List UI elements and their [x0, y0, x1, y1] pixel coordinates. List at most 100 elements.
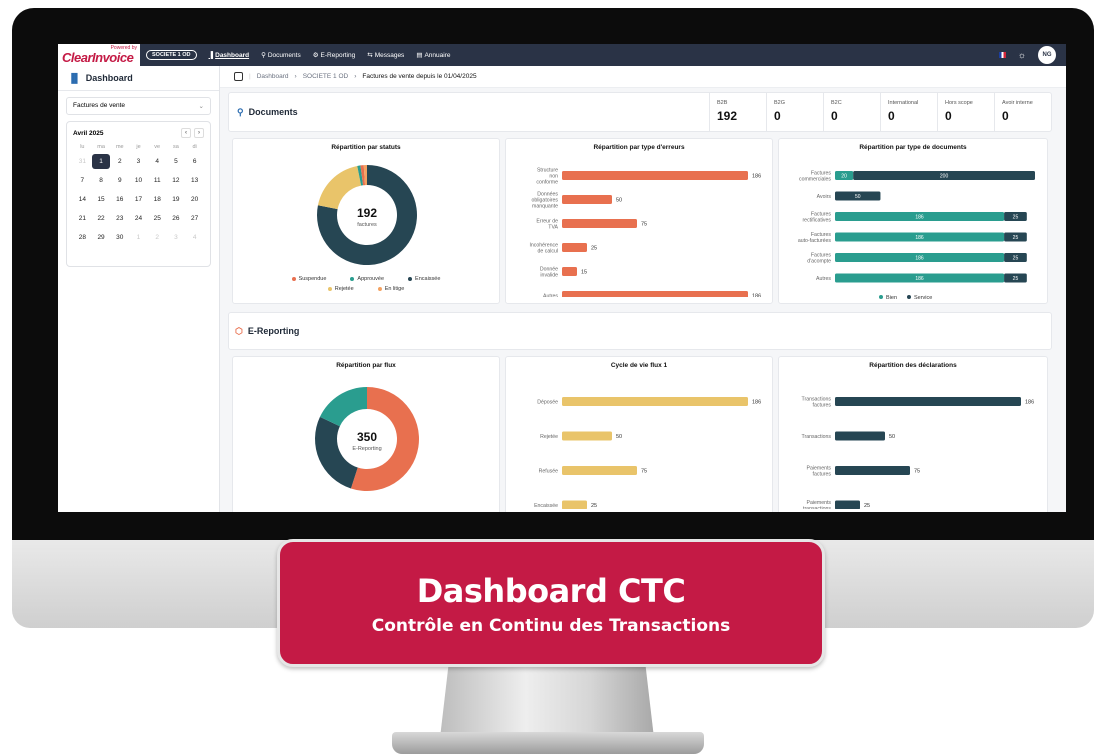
donut-slice[interactable]: [317, 165, 362, 210]
company-selector[interactable]: SOCIETE 1 OD: [146, 50, 197, 60]
legend-item: Encaissée: [408, 276, 440, 282]
bar-chart-declarations: Transactionsfactures 186Transactions 50Pai…: [801, 397, 1034, 513]
calendar-day[interactable]: 5: [167, 154, 186, 169]
calendar-day[interactable]: 1: [91, 154, 111, 169]
calendar-day[interactable]: 2: [148, 230, 167, 245]
app-screen: Powered by ClearInvoice SOCIETE 1 OD ▐ Da…: [58, 44, 1066, 512]
french-flag-icon[interactable]: [998, 52, 1006, 58]
book-icon: ▤: [416, 52, 423, 59]
calendar-day[interactable]: 13: [185, 173, 204, 188]
calendar-day[interactable]: 26: [167, 211, 186, 226]
calendar-day[interactable]: 3: [167, 230, 186, 245]
bar[interactable]: [562, 291, 748, 300]
sun-icon[interactable]: ☼: [1018, 50, 1026, 60]
bar[interactable]: [562, 397, 748, 406]
calendar-day[interactable]: 27: [185, 211, 204, 226]
category-label: Refusée: [539, 469, 558, 475]
calendar-day[interactable]: 2: [110, 154, 129, 169]
calendar-day[interactable]: 31: [73, 154, 92, 169]
bar[interactable]: [562, 195, 612, 204]
calendar-day[interactable]: 8: [92, 173, 111, 188]
calendar-day[interactable]: 19: [167, 192, 186, 207]
breadcrumb: | Dashboard › SOCIETE 1 OD › Factures de…: [220, 66, 1066, 88]
calendar-day[interactable]: 24: [129, 211, 148, 226]
category-label: Autres: [543, 294, 558, 298]
bar-value-label: 25: [1013, 276, 1019, 282]
category-label: commerciales: [799, 177, 831, 183]
kpi-b2g: B2G 0: [766, 93, 823, 131]
donut-center-label: factures: [357, 222, 377, 228]
nav-item-e-reporting[interactable]: ⚙ E-Reporting: [313, 51, 356, 60]
nav-item-dashboard[interactable]: ▐ Dashboard: [209, 51, 250, 59]
calendar-day[interactable]: 17: [129, 192, 148, 207]
legend-item: Rejetée: [327, 286, 354, 292]
nav-item-annuaire[interactable]: ▤ Annuaire: [416, 51, 450, 60]
calendar-day[interactable]: 9: [110, 173, 129, 188]
bar[interactable]: [562, 267, 577, 276]
calendar-day[interactable]: 7: [73, 173, 92, 188]
bar[interactable]: [562, 219, 637, 228]
kpi-value: 0: [831, 109, 838, 123]
bar[interactable]: [562, 243, 587, 252]
calendar-day[interactable]: 12: [167, 173, 186, 188]
bar-value-label: 25: [1013, 256, 1019, 262]
category-label: auto-facturées: [798, 238, 832, 244]
calendar-day[interactable]: 14: [73, 192, 92, 207]
calendar-day[interactable]: 22: [92, 211, 111, 226]
bar[interactable]: [562, 500, 587, 510]
bar[interactable]: [835, 466, 910, 475]
kpi-value: 0: [888, 109, 895, 123]
bar-value-label: 186: [752, 400, 761, 406]
breadcrumb-company[interactable]: SOCIETE 1 OD: [303, 73, 349, 80]
bar[interactable]: [562, 431, 612, 441]
donut-center-label: E-Reporting: [352, 446, 381, 452]
chart-card-statuts: Répartition par statuts 192 factures Susp…: [232, 138, 500, 304]
calendar-day[interactable]: 21: [73, 211, 92, 226]
calendar-day[interactable]: 16: [110, 192, 129, 207]
calendar-day[interactable]: 10: [129, 173, 148, 188]
bar[interactable]: [835, 397, 1021, 406]
calendar-month: Avril 2025: [73, 129, 104, 137]
legend-label: Suspendue: [298, 276, 327, 282]
donut-slice[interactable]: [315, 416, 358, 489]
calendar-day[interactable]: 25: [148, 211, 167, 226]
calendar-day[interactable]: 15: [92, 192, 111, 207]
bar[interactable]: [562, 171, 748, 180]
chevron-down-icon: ⌄: [198, 103, 204, 110]
calendar-day[interactable]: 30: [110, 230, 129, 245]
legend-swatch: [350, 277, 355, 281]
calendar-day[interactable]: 4: [148, 154, 167, 169]
nav-item-messages[interactable]: ⇆ Messages: [367, 51, 404, 60]
calendar-day[interactable]: 18: [148, 192, 167, 207]
calendar-day[interactable]: 4: [185, 230, 204, 245]
bar-value-label: 200: [940, 174, 949, 180]
calendar-day[interactable]: 6: [185, 154, 204, 169]
kpi-hors-scope: Hors scope 0: [937, 93, 994, 131]
calendar-day[interactable]: 20: [185, 192, 204, 207]
calendar-day[interactable]: 23: [110, 211, 129, 226]
calendar-day[interactable]: 3: [129, 154, 148, 169]
kpi-b2b: B2B 192: [709, 93, 766, 131]
chevron-left-icon[interactable]: ‹: [181, 128, 191, 138]
nav-item-documents[interactable]: ⚲ Documents: [261, 51, 301, 60]
clearinvoice-logo[interactable]: Powered by ClearInvoice: [58, 44, 140, 66]
calendar-day[interactable]: 28: [73, 230, 92, 245]
calendar-day[interactable]: 29: [92, 230, 111, 245]
bar[interactable]: [835, 431, 885, 441]
sidebar-toggle-icon[interactable]: [234, 72, 243, 81]
nav-item-label: E-Reporting: [320, 51, 356, 59]
kpi-international: International 0: [880, 93, 937, 131]
monitor-stand-base: [392, 732, 704, 754]
chevron-right-icon[interactable]: ›: [194, 128, 204, 138]
calendar-day[interactable]: 11: [148, 173, 167, 188]
kpi-value: 0: [1002, 109, 1009, 123]
document-type-select[interactable]: Factures de vente ⌄: [66, 97, 211, 115]
kpi-label: Avoir interne: [1002, 100, 1033, 106]
calendar-day[interactable]: 1: [129, 230, 148, 245]
breadcrumb-root[interactable]: Dashboard: [257, 73, 289, 80]
user-avatar[interactable]: NG: [1038, 46, 1056, 64]
weekday-label: sa: [173, 144, 179, 150]
chart-card-cycle: Cycle de vie flux 1 Déposée 186 Rejetée 50 R…: [505, 356, 773, 512]
bar[interactable]: [835, 500, 860, 510]
bar[interactable]: [562, 466, 637, 475]
